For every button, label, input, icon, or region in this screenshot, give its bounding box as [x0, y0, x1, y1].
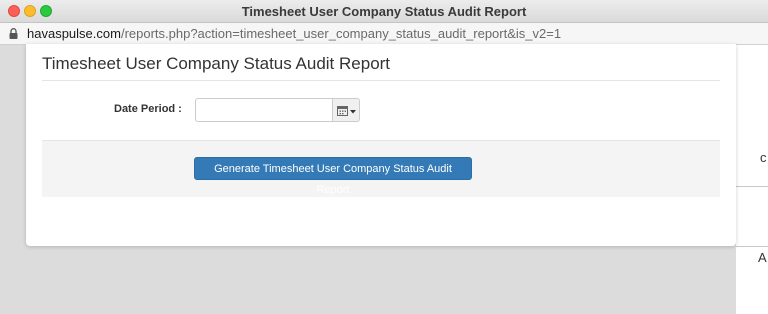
calendar-icon	[337, 106, 356, 116]
caret-down-icon	[350, 110, 356, 114]
title-divider	[42, 80, 720, 81]
background-divider	[736, 186, 768, 187]
date-period-input[interactable]	[195, 98, 333, 122]
panel-title: Timesheet User Company Status Audit Repo…	[42, 54, 391, 73]
url-host: havaspulse.com	[27, 26, 121, 41]
url-path: /reports.php?action=timesheet_user_compa…	[120, 26, 562, 41]
address-bar[interactable]: havaspulse.com/reports.php?action=timesh…	[0, 23, 768, 45]
generate-report-button[interactable]: Generate Timesheet User Company Status A…	[194, 157, 472, 196]
date-picker-button[interactable]	[332, 98, 360, 122]
report-panel: Timesheet User Company Status Audit Repo…	[26, 44, 736, 246]
background-divider	[736, 246, 768, 247]
date-period-label: Date Period :	[114, 103, 182, 115]
window-titlebar: Timesheet User Company Status Audit Repo…	[0, 0, 768, 23]
url-text[interactable]: havaspulse.com/reports.php?action=timesh…	[27, 23, 561, 44]
background-page	[736, 44, 768, 314]
window-title: Timesheet User Company Status Audit Repo…	[241, 4, 527, 19]
background-text: A	[758, 250, 767, 265]
lock-icon	[9, 28, 18, 39]
background-text: c	[760, 150, 767, 165]
action-footer: Generate Timesheet User Company Status A…	[42, 140, 720, 197]
